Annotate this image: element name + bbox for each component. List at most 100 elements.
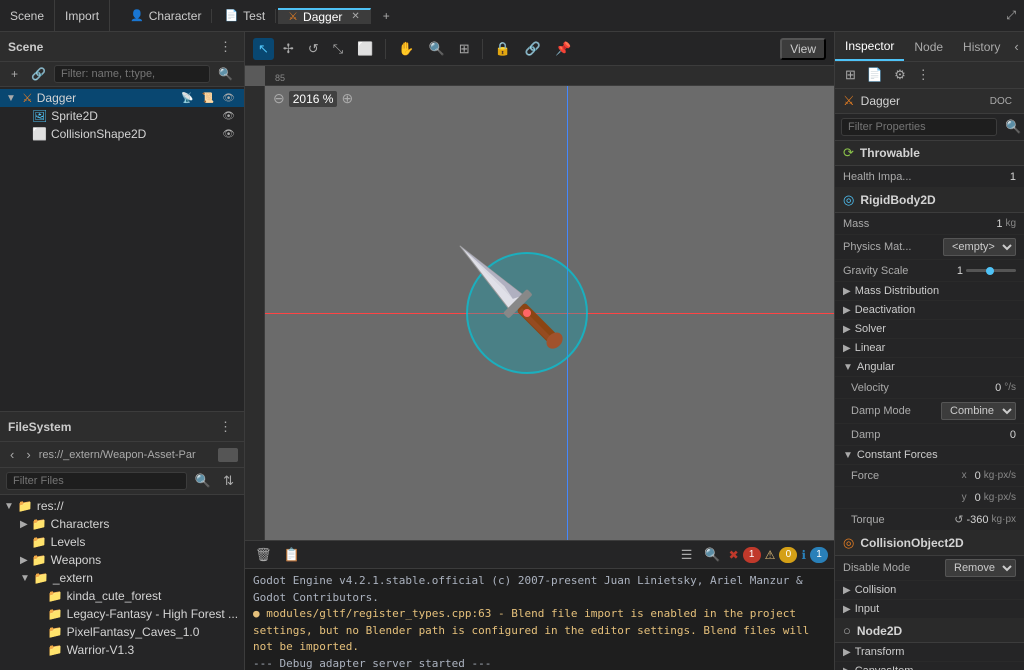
vp-grid-btn[interactable]: ⊞ <box>454 38 475 60</box>
physics-mat-dropdown[interactable]: <empty> <box>943 238 1016 256</box>
viewport-canvas[interactable]: 85 ⊖ 2016 % ⊕ <box>245 66 834 540</box>
dagger-signal-btn[interactable]: 📡 <box>178 92 196 105</box>
vp-lock-btn[interactable]: 🔒 <box>490 38 516 60</box>
zoom-minus-icon[interactable]: ⊖ <box>273 90 285 107</box>
scene-options-btn[interactable]: ⋮ <box>215 37 236 57</box>
fs-filter-bar: 🔍 ⇅ <box>0 468 244 495</box>
deactivation-header[interactable]: ▶ Deactivation <box>835 301 1024 320</box>
vp-rotate-btn[interactable]: ↺ <box>303 38 324 60</box>
vp-scale-btn[interactable]: ⤡ <box>328 38 348 60</box>
inspector-icon3[interactable]: ⚙ <box>890 65 910 85</box>
sprite2d-eye-btn[interactable]: 👁 <box>219 110 238 123</box>
tree-item-sprite2d[interactable]: 🖼 Sprite2D 👁 <box>0 107 244 125</box>
linear-header[interactable]: ▶ Linear <box>835 339 1024 358</box>
inspector-tab-history[interactable]: History <box>953 32 1010 61</box>
vp-zoom-btn[interactable]: 🔍 <box>424 38 450 60</box>
tree-item-dagger[interactable]: ▼ ⚔ Dagger 📡 📜 👁 <box>0 89 244 107</box>
inspector-filter-input[interactable] <box>841 118 997 136</box>
disable-mode-dropdown[interactable]: Remove <box>945 559 1016 577</box>
damp-mode-dropdown[interactable]: Combine <box>941 402 1016 420</box>
sprite2d-icon: 🖼 <box>32 109 47 123</box>
console-clear-btn[interactable]: 🗑 <box>251 545 276 565</box>
filesystem-panel: FileSystem ⋮ ‹ › res://_extern/Weapon-As… <box>0 412 244 670</box>
fs-options-btn[interactable]: ⋮ <box>215 417 236 437</box>
vp-move-btn[interactable]: ✢ <box>278 38 299 60</box>
fs-item-kinda[interactable]: ▶ 📁 kinda_cute_forest <box>0 587 244 605</box>
angular-label: Angular <box>857 361 895 373</box>
fs-back-btn[interactable]: ‹ <box>6 445 18 464</box>
fs-item-levels[interactable]: ▶ 📁 Levels <box>0 533 244 551</box>
collision-object-header[interactable]: ◎ CollisionObject2D <box>835 531 1024 556</box>
angular-header[interactable]: ▼ Angular <box>835 358 1024 377</box>
inspector-icon2[interactable]: 📄 <box>863 65 887 85</box>
fs-filter-input[interactable] <box>6 472 187 490</box>
inspector-filter-search-btn[interactable]: 🔍 <box>1001 117 1024 137</box>
tab-scene[interactable]: Scene <box>0 0 55 31</box>
console-error-badge-group: ✖ 1 <box>729 547 761 563</box>
collision-subsection-header[interactable]: ▶ Collision <box>835 581 1024 600</box>
scene-link-btn[interactable]: 🔗 <box>26 65 51 83</box>
tab-add-btn[interactable]: + <box>373 9 400 23</box>
damp-mode-row: Damp Mode Combine <box>835 399 1024 424</box>
vp-pin-btn[interactable]: 📌 <box>550 38 576 60</box>
scene-search-btn[interactable]: 🔍 <box>213 65 238 83</box>
tree-item-collision[interactable]: ⬜ CollisionShape2D 👁 <box>0 125 244 143</box>
tab-import[interactable]: Import <box>55 0 110 31</box>
solver-header[interactable]: ▶ Solver <box>835 320 1024 339</box>
collision-eye-btn[interactable]: 👁 <box>219 128 238 141</box>
inspector-doc-small-btn[interactable]: DOC <box>986 94 1016 109</box>
tab-dagger-label: Dagger <box>303 10 342 24</box>
throwable-section-header[interactable]: ⟳ Throwable <box>835 141 1024 166</box>
fs-item-characters[interactable]: ▶ 📁 Characters <box>0 515 244 533</box>
canvas-item-arrow: ▶ <box>843 666 851 670</box>
vp-link-btn[interactable]: 🔗 <box>520 38 546 60</box>
fs-search-btn[interactable]: 🔍 <box>191 471 215 491</box>
vp-view-btn[interactable]: View <box>780 38 826 60</box>
fs-item-legacy[interactable]: ▶ 📁 Legacy-Fantasy - High Forest ... <box>0 605 244 623</box>
fs-item-warrior[interactable]: ▶ 📁 Warrior-V1.3 <box>0 641 244 659</box>
constant-forces-header[interactable]: ▼ Constant Forces <box>835 446 1024 465</box>
vp-rect-btn[interactable]: ⬜ <box>352 38 378 60</box>
console-copy-btn[interactable]: 📋 <box>280 545 304 565</box>
weapons-label: Weapons <box>51 553 101 567</box>
console-filter-btn[interactable]: ☰ <box>677 545 697 565</box>
tab-character[interactable]: 👤 Character <box>120 9 212 23</box>
kinda-label: kinda_cute_forest <box>67 589 162 603</box>
fs-forward-btn[interactable]: › <box>22 445 34 464</box>
vp-select-btn[interactable]: ↖ <box>253 38 274 60</box>
tab-dagger-close[interactable]: ✕ <box>351 11 359 22</box>
fs-item-pixel[interactable]: ▶ 📁 PixelFantasy_Caves_1.0 <box>0 623 244 641</box>
inspector-tab-node[interactable]: Node <box>904 32 953 61</box>
fs-sort-btn[interactable]: ⇅ <box>219 471 238 491</box>
gravity-slider[interactable] <box>966 269 1016 272</box>
fs-item-res[interactable]: ▼ 📁 res:// <box>0 497 244 515</box>
vp-hand-btn[interactable]: ✋ <box>393 38 419 60</box>
mass-dist-header[interactable]: ▶ Mass Distribution <box>835 282 1024 301</box>
zoom-plus-icon[interactable]: ⊕ <box>341 90 353 107</box>
canvas-item-header[interactable]: ▶ CanvasItem <box>835 662 1024 670</box>
input-subsection-header[interactable]: ▶ Input <box>835 600 1024 619</box>
node2d-section-header[interactable]: ○ Node2D <box>835 619 1024 643</box>
torque-label: Torque <box>851 514 950 526</box>
scene-filter-input[interactable] <box>54 65 210 83</box>
transform-subsection-header[interactable]: ▶ Transform <box>835 643 1024 662</box>
tab-dagger[interactable]: ⚔ Dagger ✕ <box>278 8 371 24</box>
inspector-back-btn[interactable]: ‹ <box>1010 37 1022 56</box>
expand-btn[interactable]: ⤢ <box>998 8 1024 23</box>
inspector-options-btn[interactable]: ⋮ <box>913 65 934 85</box>
console-search-btn[interactable]: 🔍 <box>700 545 724 565</box>
dagger-eye-btn[interactable]: 👁 <box>219 92 238 105</box>
inspector-tab-inspector[interactable]: Inspector <box>835 32 904 61</box>
fs-item-weapons[interactable]: ▶ 📁 Weapons <box>0 551 244 569</box>
dagger-script-btn[interactable]: 📜 <box>199 92 217 105</box>
rigidbody2d-section-header[interactable]: ◎ RigidBody2D <box>835 188 1024 213</box>
weapons-arrow-icon: ▶ <box>20 555 28 566</box>
mass-dist-arrow: ▶ <box>843 286 851 297</box>
info-count: 1 <box>810 547 828 563</box>
inspector-icon1[interactable]: ⊞ <box>841 65 860 85</box>
dagger-arrow-icon: ▼ <box>6 93 18 104</box>
mass-dist-label: Mass Distribution <box>855 285 939 297</box>
scene-add-btn[interactable]: + <box>6 65 23 83</box>
fs-item-extern[interactable]: ▼ 📁 _extern <box>0 569 244 587</box>
tab-test[interactable]: 📄 Test <box>214 9 276 23</box>
